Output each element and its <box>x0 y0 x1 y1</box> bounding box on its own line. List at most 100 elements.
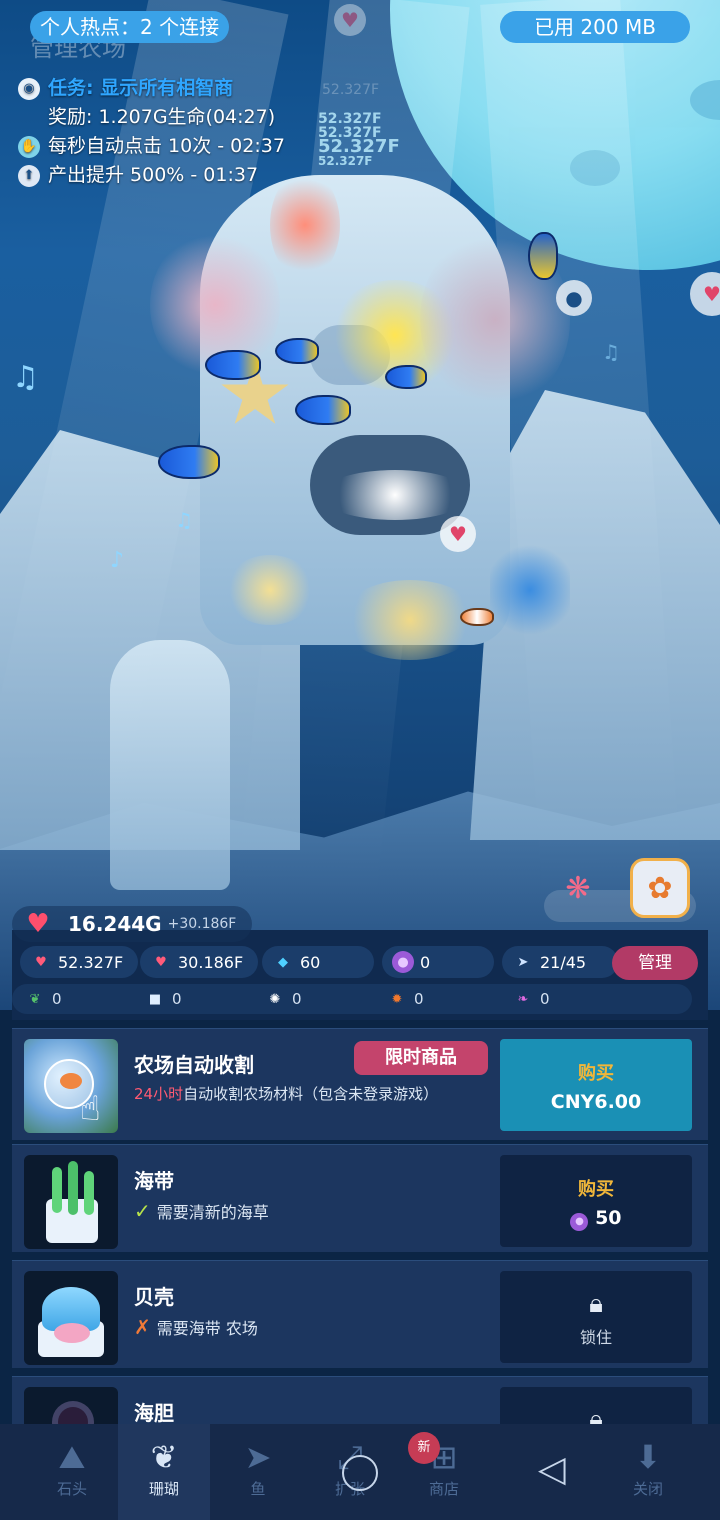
material-urchin: ✺ 0 <box>264 984 302 1014</box>
fish-yellow-tang[interactable] <box>528 232 558 280</box>
material-ice: ■ 0 <box>144 984 182 1014</box>
life-rate: +30.186F <box>167 916 237 932</box>
pearl-value: 0 <box>420 952 431 972</box>
view-toggle[interactable]: ❋ ✿ <box>544 858 696 922</box>
tap-heart-icon: ♥ <box>35 954 47 970</box>
shop-item-auto-harvest[interactable]: ☝ 农场自动收割 限时商品 24小时自动收割农场材料（包含未登录游戏） 购买 C… <box>12 1028 708 1140</box>
requirement-text: 需要海带 农场 <box>156 1319 258 1338</box>
nav-stone[interactable]: ⛰ 石头 <box>26 1424 118 1520</box>
material-seaweed: ❦ 0 <box>24 984 62 1014</box>
gem-value: 60 <box>300 952 321 972</box>
item-name: 贝壳 <box>134 1285 174 1309</box>
music-note-icon: ♫ <box>602 340 620 364</box>
price-label: ● 50 <box>500 1207 692 1231</box>
buy-label: 购买 <box>578 1063 614 1084</box>
item-name: 海胆 <box>134 1401 174 1424</box>
heart-bubble-icon[interactable]: ♥ <box>440 516 476 552</box>
kelp-thumbnail <box>24 1155 118 1249</box>
auto-click-icon: ✋ <box>18 135 40 158</box>
nav-fish[interactable]: ➤ 鱼 <box>212 1424 304 1520</box>
task-label: 任务 <box>48 77 87 99</box>
floating-income-numbers: 52.327F 52.327F 52.327F 52.327F <box>318 112 400 168</box>
shop-item-urchin[interactable]: 海胆 🔒︎ <box>12 1376 708 1424</box>
farm-view-icon[interactable]: ✿ <box>630 858 690 918</box>
lock-label: 锁住 <box>579 1328 612 1347</box>
gem-stat[interactable]: ◆ 60 <box>262 946 374 978</box>
lock-icon: 🔒︎ <box>589 1405 603 1424</box>
fish-count: 21/45 <box>540 952 587 972</box>
fish-blue-tang[interactable] <box>205 350 261 380</box>
materials-row: ❦ 0 ■ 0 ✺ 0 ✹ 0 ❧ 0 <box>12 984 692 1014</box>
download-close-icon: ⬇ <box>634 1438 662 1476</box>
requirement-text: 需要清新的海草 <box>156 1203 269 1222</box>
ice-icon: ■ <box>148 991 162 1007</box>
fish-blue-tang[interactable] <box>295 395 351 425</box>
data-usage-status: 已用 200 MB <box>500 11 690 43</box>
coral-view-icon[interactable]: ❋ <box>548 858 608 918</box>
buy-button-kelp[interactable]: 购买 ● 50 <box>500 1155 692 1247</box>
shop-item-kelp[interactable]: 海带 ✓ 需要清新的海草 购买 ● 50 <box>12 1144 708 1252</box>
coral-icon: ❦ <box>150 1438 178 1476</box>
buy-button-auto-harvest[interactable]: 购买 CNY6.00 <box>500 1039 692 1131</box>
material-count: 0 <box>172 990 182 1008</box>
fish-stat[interactable]: ➤ 21/45 <box>502 946 618 978</box>
boost-row: ⬆ 产出提升 500% - 01:37 <box>18 161 285 190</box>
heart-bubble-icon[interactable]: ♥ <box>690 272 720 316</box>
task-row[interactable]: ◉ 任务: 显示所有相智商 <box>18 74 285 103</box>
nav-coral[interactable]: ❦ 珊瑚 <box>118 1424 210 1520</box>
locked-button-shell: 🔒︎ 锁住 <box>500 1271 692 1363</box>
new-badge: 新 <box>408 1432 440 1464</box>
auto-click-row: ✋ 每秒自动点击 10次 - 02:37 <box>18 132 285 161</box>
music-note-icon: ♫ <box>12 360 39 395</box>
fish-blue-tang[interactable] <box>385 365 427 389</box>
fish-icon: ➤ <box>244 1438 272 1476</box>
item-requirement: ✓ 需要清新的海草 <box>134 1199 269 1223</box>
shrimp-icon: ❧ <box>517 991 529 1007</box>
coral-cauliflower[interactable] <box>340 580 480 660</box>
description-text: 自动收割农场材料（包含未登录游戏） <box>183 1085 439 1103</box>
back-button-icon[interactable]: ◁ <box>538 1450 566 1490</box>
item-name: 农场自动收割 <box>134 1053 254 1077</box>
camera-icon: ◉ <box>18 77 40 100</box>
stone-pillar[interactable] <box>110 640 230 890</box>
music-note-icon: ♫ <box>175 508 193 532</box>
nav-label: 石头 <box>56 1480 87 1498</box>
heart-bubble-icon[interactable]: ♥ <box>334 4 366 36</box>
coral-white[interactable] <box>320 470 470 520</box>
task-text: : 显示所有相智商 <box>86 77 234 99</box>
pearl-icon: ● <box>392 951 414 973</box>
life-counter: ♥ 16.244G +30.186F <box>12 906 252 942</box>
gem-icon: ◆ <box>278 954 288 970</box>
item-name: 海带 <box>134 1169 174 1193</box>
pearl-icon: ● <box>570 1212 589 1231</box>
pearl-stat[interactable]: ● 0 <box>382 946 494 978</box>
item-description: 24小时自动收割农场材料（包含未登录游戏） <box>134 1083 438 1104</box>
check-icon: ✓ <box>134 1199 151 1223</box>
tap-life-value: 52.327F <box>58 952 124 972</box>
floating-number: 52.327F <box>322 82 380 98</box>
boost-icon: ⬆ <box>18 164 40 187</box>
home-button-icon[interactable] <box>342 1455 378 1491</box>
auto-life-stat[interactable]: ♥ 30.186F <box>140 946 258 978</box>
nav-close[interactable]: ⬇ 关闭 <box>602 1424 694 1520</box>
stone-icon: ⛰ <box>58 1438 86 1476</box>
fish-blue-tang[interactable] <box>158 445 220 479</box>
lock-bubble-icon[interactable]: ● <box>556 280 592 316</box>
reward-row: 奖励: 1.207G生命(04:27) <box>18 103 285 132</box>
fish-blue-tang[interactable] <box>275 338 319 364</box>
manage-button[interactable]: 管理 <box>612 946 698 980</box>
shell-thumbnail <box>24 1271 118 1365</box>
auto-harvest-thumbnail: ☝ <box>24 1039 118 1133</box>
crab-icon: ✹ <box>391 991 403 1007</box>
coral-cauliflower[interactable] <box>225 555 315 625</box>
nav-label: 鱼 <box>250 1480 266 1498</box>
fish-icon: ➤ <box>517 954 529 970</box>
tap-life-stat[interactable]: ♥ 52.327F <box>20 946 138 978</box>
coral-blue-tube[interactable] <box>490 540 570 640</box>
auto-life-value: 30.186F <box>178 952 244 972</box>
fish-clownfish[interactable] <box>460 608 494 626</box>
item-requirement: ✗ 需要海带 农场 <box>134 1315 258 1339</box>
material-crab: ✹ 0 <box>386 984 424 1014</box>
shop-item-shell[interactable]: 贝壳 ✗ 需要海带 农场 🔒︎ 锁住 <box>12 1260 708 1368</box>
urchin-icon: ✺ <box>269 991 281 1007</box>
